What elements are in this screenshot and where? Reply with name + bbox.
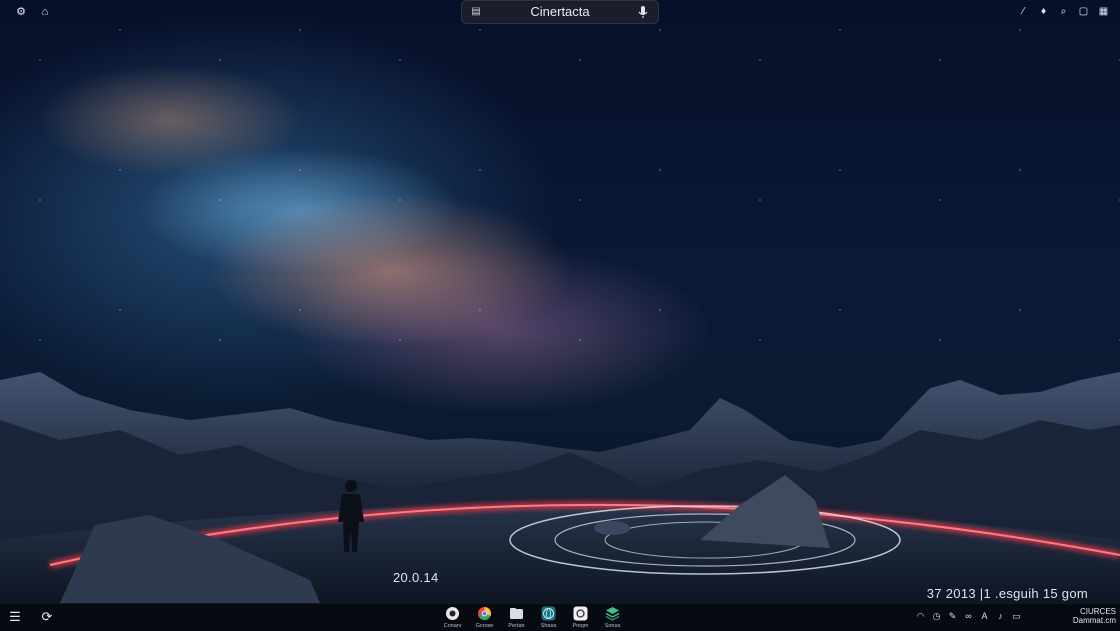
refresh-icon[interactable]: ⟳ — [38, 607, 56, 627]
app-label: Conarv — [443, 623, 462, 629]
search-icon[interactable]: ⌕ — [1055, 3, 1072, 20]
clock-line-1: CIURCES — [1079, 607, 1116, 616]
layers-icon — [605, 607, 620, 621]
landscape-scene — [0, 372, 1120, 603]
taskbar: ☰ ⟳ Conarv Gcrose Pertan Shasa Pnopn Son… — [0, 603, 1120, 631]
taskbar-left: ☰ ⟳ — [6, 607, 56, 627]
files-icon — [510, 608, 523, 619]
taskbar-app-conarv[interactable]: Conarv — [440, 604, 465, 631]
window-list-icon[interactable]: ▤ — [469, 5, 483, 19]
left-date-text: 20.0.14 — [393, 570, 439, 585]
settings-icon[interactable]: ⚙ — [13, 4, 29, 20]
volume-icon[interactable]: ♪ — [994, 608, 1007, 624]
photos-icon — [573, 606, 588, 621]
app-label: Gcrose — [475, 623, 494, 629]
pin-icon[interactable]: ⁄ — [1015, 3, 1032, 20]
clock-line-2: Dammat.cm — [1072, 616, 1116, 625]
app-label: Pertan — [508, 623, 525, 629]
cast-icon[interactable]: ▭ — [1010, 608, 1023, 624]
taskbar-app-pertan[interactable]: Pertan — [504, 604, 529, 631]
top-bar: ⚙ ⌂ ▤ Cinertacta ⁄ ♦ ⌕ ▢ ▦ — [0, 0, 1120, 24]
taskbar-apps: Conarv Gcrose Pertan Shasa Pnopn Sonsa — [440, 604, 625, 631]
link-icon[interactable]: ∞ — [962, 608, 975, 624]
taskbar-app-pnopn[interactable]: Pnopn — [568, 604, 593, 631]
system-tray: ◠ ◷ ✎ ∞ A ♪ ▭ — [914, 608, 1023, 624]
grid-icon[interactable]: ▦ — [1095, 3, 1112, 20]
home-icon[interactable]: ⌂ — [37, 4, 53, 20]
circle-app-icon — [446, 607, 459, 620]
right-date-text: 37 2013 |1 .esguih 15 gom — [926, 586, 1088, 601]
font-icon[interactable]: A — [978, 608, 991, 624]
window-icon[interactable]: ▢ — [1075, 3, 1092, 20]
chrome-icon — [478, 607, 491, 621]
app-label: Shasa — [540, 623, 557, 629]
clock-icon[interactable]: ◷ — [930, 608, 943, 624]
taskbar-app-shasa[interactable]: Shasa — [536, 604, 561, 631]
search-text: Cinertacta — [530, 4, 590, 19]
search-bar[interactable]: ▤ Cinertacta — [461, 0, 659, 24]
notifications-icon[interactable]: ♦ — [1035, 3, 1052, 20]
taskbar-app-gcrose[interactable]: Gcrose — [472, 604, 497, 631]
globe-icon — [541, 606, 556, 621]
app-label: Pnopn — [572, 623, 589, 629]
feather-icon[interactable]: ✎ — [946, 608, 959, 624]
app-label: Sonsa — [604, 623, 621, 629]
taskbar-clock[interactable]: CIURCES Dammat.cm — [1060, 607, 1116, 625]
microphone-icon[interactable] — [637, 5, 649, 19]
menu-icon[interactable]: ☰ — [6, 607, 24, 627]
top-right-controls: ⁄ ♦ ⌕ ▢ ▦ — [1015, 3, 1112, 21]
network-icon[interactable]: ◠ — [914, 608, 927, 624]
taskbar-app-sonsa[interactable]: Sonsa — [600, 604, 625, 631]
